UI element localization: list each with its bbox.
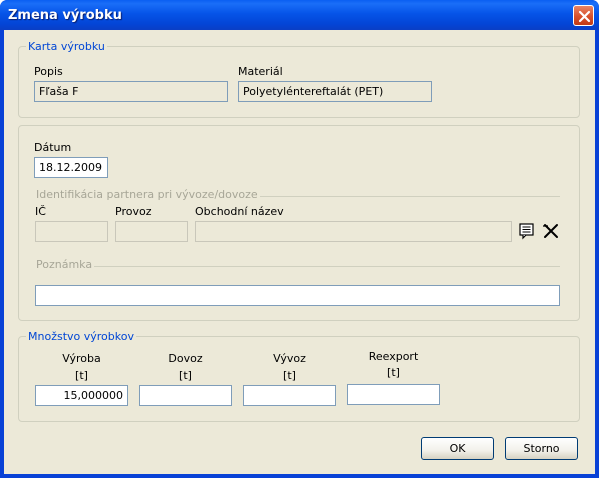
vyroba-unit: [t]: [75, 369, 88, 382]
poznamka-divider: [34, 266, 560, 267]
nazov-label: Obchodní název: [195, 205, 284, 218]
material-field[interactable]: Polyetyléntereftalát (PET): [238, 81, 432, 102]
provoz-label: Provoz: [115, 205, 152, 218]
poznamka-field[interactable]: [35, 285, 560, 306]
reexport-label: Reexport: [368, 350, 419, 363]
dovoz-field[interactable]: [139, 385, 232, 406]
vyroba-label: Výroba: [62, 352, 101, 365]
title-bar[interactable]: Zmena výrobku: [0, 0, 599, 30]
close-icon: [578, 10, 591, 23]
select-partner-button[interactable]: [518, 222, 536, 240]
ok-button[interactable]: OK: [421, 437, 494, 460]
ic-field[interactable]: [35, 221, 108, 242]
dialog-content: Karta výrobku Popis Fľaša F Materiál Pol…: [4, 30, 595, 474]
ic-label: IČ: [35, 205, 46, 218]
nazov-field[interactable]: [195, 221, 512, 242]
vyvoz-label: Vývoz: [273, 352, 306, 365]
datum-label: Dátum: [34, 141, 72, 154]
window-title: Zmena výrobku: [8, 8, 122, 23]
storno-button[interactable]: Storno: [505, 437, 578, 460]
vyvoz-field[interactable]: [243, 385, 336, 406]
clear-x-icon: [543, 224, 558, 238]
window-bottom-border: [0, 474, 599, 478]
reexport-unit: [t]: [387, 366, 400, 379]
dovoz-label: Dovoz: [168, 352, 203, 365]
popis-label: Popis: [34, 65, 63, 78]
vyroba-field[interactable]: 15,000000: [35, 385, 128, 406]
close-button[interactable]: [573, 5, 594, 26]
poznamka-legend: Poznámka: [34, 258, 95, 271]
dovoz-unit: [t]: [179, 369, 192, 382]
material-label: Materiál: [238, 65, 283, 78]
clear-partner-button[interactable]: [542, 222, 560, 240]
vyvoz-unit: [t]: [283, 369, 296, 382]
datum-field[interactable]: 18.12.2009: [34, 157, 108, 178]
reexport-field[interactable]: [347, 384, 440, 405]
karta-vyrobku-legend: Karta výrobku: [26, 40, 107, 53]
popis-field[interactable]: Fľaša F: [34, 81, 228, 102]
mnozstvo-legend: Množstvo výrobkov: [26, 330, 136, 343]
provoz-field[interactable]: [115, 221, 188, 242]
partner-legend: Identifikácia partnera pri vývoze/dovoze: [34, 188, 260, 201]
list-select-icon: [519, 223, 534, 240]
dialog-window: Zmena výrobku Karta výrobku Popis Fľaša …: [0, 0, 599, 478]
